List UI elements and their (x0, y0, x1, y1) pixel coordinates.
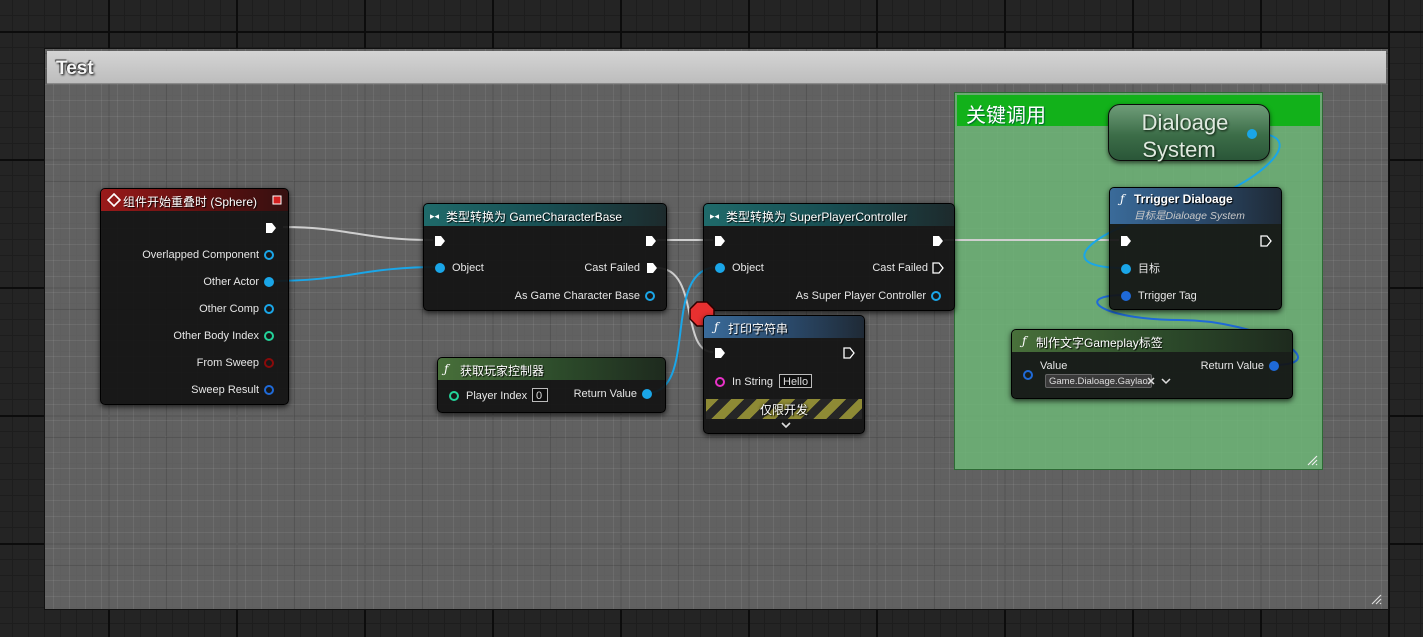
pin-label: As Super Player Controller (795, 290, 926, 302)
exec-out-pin[interactable] (843, 347, 855, 359)
pin-label: 目标 (1138, 263, 1160, 275)
pin-label: Cast Failed (584, 262, 640, 274)
pin-label: Overlapped Component (142, 249, 259, 261)
cast-node-game-character-base[interactable]: ▸◂ 类型转换为 GameCharacterBase Object Cast F… (423, 203, 667, 311)
function-icon: ƒ (1120, 192, 1125, 206)
object-wire (269, 266, 441, 282)
function-icon: ƒ (1022, 334, 1027, 348)
exec-in-pin[interactable] (714, 347, 726, 359)
node-header[interactable]: ƒ 制作文字Gameplay标签 (1012, 330, 1292, 352)
pin-label: Object (732, 262, 764, 274)
variable-label: Dialoage System (1109, 109, 1269, 163)
node-title: Trrigger Dialoage (1134, 192, 1233, 206)
struct-pin[interactable] (1023, 370, 1033, 380)
node-title: 类型转换为 SuperPlayerController (726, 210, 908, 224)
string-pin[interactable] (715, 377, 725, 387)
object-pin[interactable] (264, 250, 274, 260)
object-pin[interactable] (264, 277, 274, 287)
node-title: 打印字符串 (728, 322, 789, 336)
bool-pin[interactable] (264, 358, 274, 368)
node-header[interactable]: ƒ Trrigger Dialoage 目标是Dialoage System (1110, 188, 1281, 224)
event-diamond-icon (107, 193, 121, 207)
exec-in-pin[interactable] (714, 235, 726, 247)
node-title: 制作文字Gameplay标签 (1036, 336, 1163, 350)
pin-label: Object (452, 262, 484, 274)
object-pin[interactable] (1247, 129, 1257, 139)
node-subtitle: 目标是Dialoage System (1134, 210, 1245, 222)
cast-icon: ▸◂ (710, 211, 720, 221)
object-pin[interactable] (1121, 264, 1131, 274)
function-icon: ƒ (444, 362, 449, 376)
pin-label: Cast Failed (872, 262, 928, 274)
in-string-input[interactable]: Hello (779, 374, 813, 388)
pin-label: In String (732, 376, 773, 388)
struct-pin[interactable] (1269, 361, 1279, 371)
int-pin[interactable] (449, 391, 459, 401)
exec-wire (282, 226, 434, 241)
object-pin[interactable] (715, 263, 725, 273)
pin-label: As Game Character Base (514, 290, 640, 302)
variable-label-line2: System (1142, 137, 1216, 162)
chevron-down-icon[interactable] (780, 422, 792, 430)
int-pin[interactable] (264, 331, 274, 341)
clear-tag-icon[interactable] (1146, 376, 1156, 386)
dev-only-label: 仅限开发 (759, 403, 808, 417)
player-index-input[interactable]: 0 (532, 388, 548, 402)
pin-label: Trrigger Tag (1138, 290, 1197, 302)
exec-in-pin[interactable] (434, 235, 446, 247)
pin-label: Other Actor (203, 276, 259, 288)
object-pin[interactable] (931, 291, 941, 301)
exec-out-pin[interactable] (1260, 235, 1272, 247)
node-header[interactable]: ƒ 打印字符串 (704, 316, 864, 338)
pin-label: Value (1040, 360, 1068, 372)
variable-label-line1: Dialoage (1141, 110, 1229, 135)
pin-label: Player Index (466, 390, 528, 402)
node-header[interactable]: ▸◂ 类型转换为 GameCharacterBase (424, 204, 666, 226)
exec-out-pin[interactable] (646, 262, 658, 274)
pin-label: Other Comp (199, 303, 259, 315)
development-only-banner: 仅限开发 (706, 399, 862, 419)
pin-label: Other Body Index (173, 330, 259, 342)
node-header[interactable]: 组件开始重叠时 (Sphere) (101, 189, 288, 211)
node-title: 获取玩家控制器 (460, 364, 545, 378)
pin-label: Return Value (573, 388, 637, 400)
cast-icon: ▸◂ (430, 211, 440, 221)
exec-out-pin[interactable] (265, 222, 277, 234)
node-header[interactable]: ▸◂ 类型转换为 SuperPlayerController (704, 204, 954, 226)
node-header[interactable]: ƒ 获取玩家控制器 (438, 358, 665, 380)
node-title: 类型转换为 GameCharacterBase (446, 210, 623, 224)
event-node-begin-overlap[interactable]: 组件开始重叠时 (Sphere) Overlapped Component Ot… (100, 188, 289, 405)
node-title: 组件开始重叠时 (Sphere) (123, 195, 258, 209)
exec-out-pin[interactable] (932, 235, 944, 247)
exec-in-pin[interactable] (1120, 235, 1132, 247)
function-node-trrigger-dialoage[interactable]: ƒ Trrigger Dialoage 目标是Dialoage System 目… (1109, 187, 1282, 310)
pin-label: From Sweep (196, 357, 259, 369)
struct-pin[interactable] (1121, 291, 1131, 301)
variable-node-dialoage-system[interactable]: Dialoage System (1108, 104, 1270, 163)
struct-pin[interactable] (264, 385, 274, 395)
delegate-pin-icon[interactable] (272, 195, 282, 205)
pin-label: Return Value (1200, 360, 1264, 372)
gameplay-tag-value[interactable]: Game.Dialoage.Gaylao (1045, 374, 1152, 388)
cast-node-super-player-controller[interactable]: ▸◂ 类型转换为 SuperPlayerController Object Ca… (703, 203, 955, 311)
exec-out-pin[interactable] (932, 262, 944, 274)
function-node-make-gameplay-tag[interactable]: ƒ 制作文字Gameplay标签 Value Game.Dialoage.Gay… (1011, 329, 1293, 399)
pure-node-get-player-controller[interactable]: ƒ 获取玩家控制器 Player Index 0 Return Value (437, 357, 666, 413)
exec-out-pin[interactable] (645, 235, 657, 247)
object-pin[interactable] (435, 263, 445, 273)
object-pin[interactable] (645, 291, 655, 301)
function-icon: ƒ (714, 320, 719, 334)
function-node-print-string[interactable]: ƒ 打印字符串 In String Hello 仅限开发 (703, 315, 865, 434)
pin-label: Sweep Result (191, 384, 259, 396)
chevron-down-icon[interactable] (1161, 378, 1171, 386)
object-pin[interactable] (642, 389, 652, 399)
object-pin[interactable] (264, 304, 274, 314)
